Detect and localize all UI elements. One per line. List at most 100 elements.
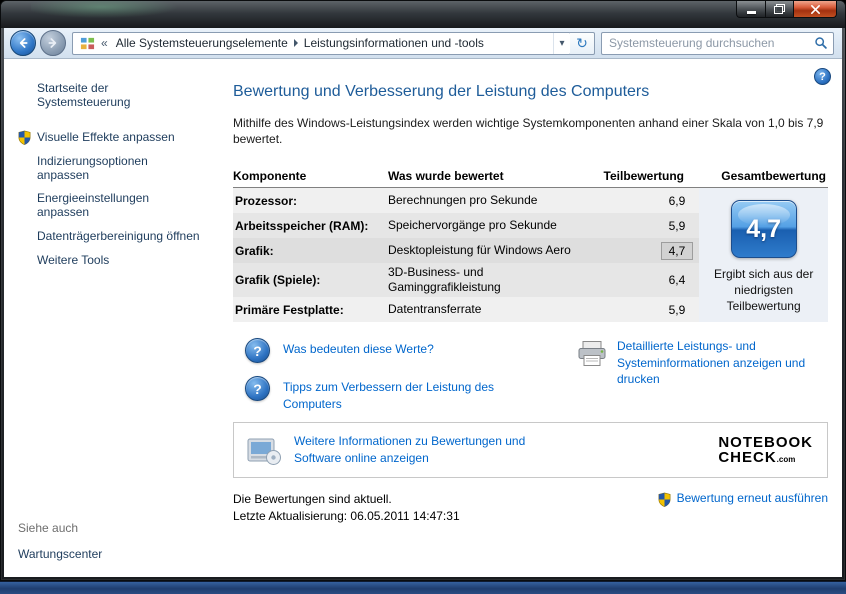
restore-icon [774,4,785,14]
status-line-updated: Letzte Aktualisierung: 06.05.2011 14:47:… [233,509,460,524]
rerun-assessment[interactable]: Bewertung erneut ausführen [657,491,828,526]
forward-button[interactable] [40,30,66,56]
sidebar-item-label: Indizierungsoptionen anpassen [37,153,148,182]
window-body: « Alle Systemsteuerungselemente Leistung… [4,28,842,577]
forward-arrow-icon [48,38,57,48]
breadcrumb-dropdown-icon[interactable]: ▾ [553,32,570,54]
assessed-description: Datentransferrate [388,302,482,317]
subscore-value: 6,4 [668,273,686,288]
subscore-value: 5,9 [668,302,686,317]
table-rows: Prozessor: Berechnungen pro Sekunde 6,9 … [233,188,700,323]
help-link-values-label[interactable]: Was bedeuten diese Werte? [283,341,434,357]
breadcrumb-segment-all-items[interactable]: Alle Systemsteuerungselemente [111,36,293,50]
breadcrumb-separator-icon [293,39,298,47]
help-links-column: ? Was bedeuten diese Werte? ? Tipps zum … [233,338,563,411]
close-button[interactable] [793,1,837,18]
window-controls [736,1,837,18]
sidebar-item-label: Weitere Tools [37,252,110,267]
printer-icon [578,341,606,367]
question-mark-icon[interactable]: ? [245,376,270,402]
table-row-gaming-graphics: Grafik (Spiele): 3D-Business- und Gaming… [233,263,700,298]
close-icon [810,4,820,14]
header-component: Komponente [233,169,307,184]
help-links-area: ? Was bedeuten diese Werte? ? Tipps zum … [233,338,828,411]
search-box[interactable] [601,31,834,55]
search-input[interactable] [609,36,814,50]
sidebar-item-label: Energieeinstellungen anpassen [37,191,150,220]
header-total: Gesamtbewertung [721,169,826,184]
component-name: Prozessor: [235,193,298,208]
base-score-panel: 4,7 Ergibt sich aus der niedrigsten Teil… [699,188,828,323]
titlebar [1,1,845,28]
sidebar-item-more-tools[interactable]: Weitere Tools [4,252,203,268]
lowest-subscore-highlight: 4,7 [660,241,694,260]
breadcrumb-overflow-icon[interactable]: « [98,36,111,50]
breadcrumb-segment-performance[interactable]: Leistungsinformationen und -tools [299,36,489,50]
main-content: ? Bewertung und Verbesserung der Leistun… [209,59,842,577]
sidebar-item-visual-effects[interactable]: Visuelle Effekte anpassen [4,130,203,145]
subscore-value: 4,7 [598,241,699,260]
header-subscore: Teilbewertung [603,169,684,184]
sidebar-item-disk-cleanup[interactable]: Datenträgerbereinigung öffnen [4,228,203,244]
help-link-tips[interactable]: ? Tipps zum Verbessern der Leistung des … [233,376,563,411]
refresh-icon: ↻ [576,34,588,51]
sidebar-item-indexing-options[interactable]: Indizierungsoptionen anpassen [4,153,203,183]
base-score-badge: 4,7 [730,200,797,259]
question-mark-icon[interactable]: ? [245,338,270,364]
assessed-description: 3D-Business- und Gaminggrafikleistung [388,265,501,295]
assessed-description: Berechnungen pro Sekunde [388,193,538,208]
table-row-primary-disk: Primäre Festplatte: Datentransferrate 5,… [233,297,700,323]
base-score-caption: Ergibt sich aus der niedrigsten Teilbewe… [713,267,814,313]
subscore-value: 6,9 [668,193,686,208]
table-row-graphics: Grafik: Desktopleistung für Windows Aero… [233,238,700,264]
component-name: Arbeitsspeicher (RAM): [235,218,369,233]
minimize-button[interactable] [736,1,765,18]
online-info-link[interactable]: Weitere Informationen zu Bewertungen und… [294,433,564,467]
logo-line2: CHECK.com [718,448,796,466]
component-name: Grafik (Spiele): [235,273,321,288]
rerun-assessment-label[interactable]: Bewertung erneut ausführen [677,491,828,505]
help-button[interactable]: ? [814,68,831,85]
logo-suffix: .com [776,454,796,464]
refresh-button[interactable]: ↻ [570,31,595,55]
print-link-block[interactable]: Detaillierte Leistungs- und Systeminform… [576,338,828,411]
header-assessed: Was wurde bewertet [388,169,504,184]
sidebar-item-power-settings[interactable]: Energieeinstellungen anpassen [4,192,203,220]
sidebar-item-action-center[interactable]: Wartungscenter [4,547,203,561]
table-body: Prozessor: Berechnungen pro Sekunde 6,9 … [233,188,828,323]
table-row-ram: Arbeitsspeicher (RAM): Speichervorgänge … [233,213,700,239]
minimize-icon [746,10,756,14]
table-row-processor: Prozessor: Berechnungen pro Sekunde 6,9 [233,188,700,214]
print-link-label[interactable]: Detaillierte Leistungs- und Systeminform… [617,338,822,387]
uac-shield-icon [657,492,672,507]
notebookcheck-logo: NOTEBOOK CHECK.com [718,435,813,465]
client-area: Startseite der Systemsteuerung Visuelle … [4,59,842,577]
component-name: Primäre Festplatte: [235,302,344,317]
assessed-description: Desktopleistung für Windows Aero [388,243,571,258]
navigation-bar: « Alle Systemsteuerungselemente Leistung… [4,28,842,59]
taskbar[interactable] [0,581,846,594]
assessed-description: Speichervorgänge pro Sekunde [388,218,557,233]
intro-text: Mithilfe des Windows-Leistungsindex werd… [233,116,824,147]
see-also-section: Siehe auch Wartungscenter [4,521,203,561]
component-name: Grafik: [235,243,274,258]
status-line-current: Die Bewertungen sind aktuell. [233,491,392,506]
help-link-tips-label[interactable]: Tipps zum Verbessern der Leistung des Co… [283,379,513,411]
sidebar-item-label: Datenträgerbereinigung öffnen [37,228,200,243]
restore-button[interactable] [765,1,793,18]
subscore-value: 5,9 [668,218,686,233]
uac-shield-icon [17,130,32,145]
sidebar-item-home[interactable]: Startseite der Systemsteuerung [4,81,203,109]
logo-line1: NOTEBOOK [718,433,813,451]
page-title: Bewertung und Verbesserung der Leistung … [233,83,650,100]
search-icon[interactable] [814,36,828,50]
online-info-box: Weitere Informationen zu Bewertungen und… [233,421,828,478]
back-button[interactable] [10,30,36,56]
help-link-values[interactable]: ? Was bedeuten diese Werte? [233,338,563,364]
software-box-icon [247,438,281,465]
sidebar: Startseite der Systemsteuerung Visuelle … [4,59,209,577]
status-row: Die Bewertungen sind aktuell. Letzte Akt… [233,491,828,526]
control-panel-icon [80,37,95,49]
table-header: Komponente Was wurde bewertet Teilbewert… [233,169,828,189]
breadcrumb[interactable]: « Alle Systemsteuerungselemente Leistung… [72,31,571,55]
